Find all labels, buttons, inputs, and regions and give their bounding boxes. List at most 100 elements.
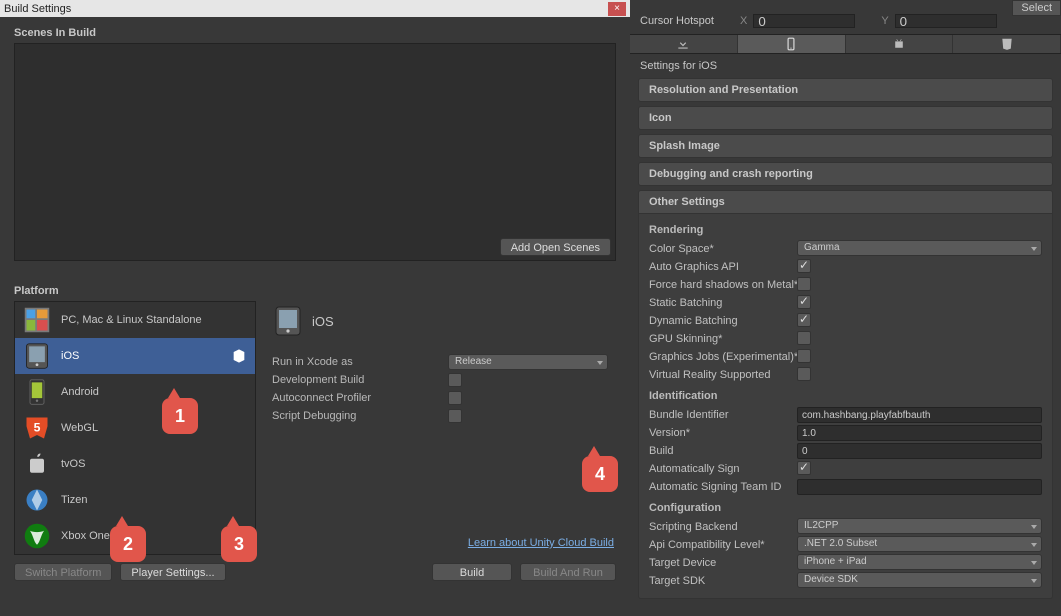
platform-list: PC, Mac & Linux Standalone iOS — [14, 301, 256, 555]
bundle-identifier-label: Bundle Identifier — [649, 409, 797, 421]
auto-graphics-label: Auto Graphics API — [649, 261, 797, 273]
platform-header: Platform — [14, 275, 616, 301]
section-debugging[interactable]: Debugging and crash reporting — [638, 162, 1053, 186]
run-in-xcode-label: Run in Xcode as — [272, 356, 448, 368]
dynamic-batching-checkbox[interactable] — [797, 313, 811, 327]
build-input[interactable] — [797, 443, 1042, 459]
platform-item-android[interactable]: Android — [15, 374, 255, 410]
script-debugging-label: Script Debugging — [272, 410, 448, 422]
platform-item-xboxone[interactable]: Xbox One — [15, 518, 255, 554]
run-in-xcode-dropdown[interactable]: Release — [448, 354, 608, 370]
target-sdk-dropdown[interactable]: Device SDK — [797, 572, 1042, 588]
settings-for-label: Settings for iOS — [630, 54, 1061, 78]
svg-text:5: 5 — [34, 421, 41, 435]
scenes-list[interactable]: Add Open Scenes — [14, 43, 616, 261]
platform-item-tizen[interactable]: Tizen — [15, 482, 255, 518]
cloud-build-link[interactable]: Learn about Unity Cloud Build — [272, 531, 616, 555]
platform-item-ios[interactable]: iOS — [15, 338, 255, 374]
scripting-backend-label: Scripting Backend — [649, 521, 797, 533]
platform-detail: iOS Run in Xcode as Release Development … — [272, 301, 616, 555]
platform-item-label: Tizen — [61, 494, 88, 506]
static-batching-label: Static Batching — [649, 297, 797, 309]
webgl-icon: 5 — [23, 414, 51, 442]
window-title: Build Settings — [4, 3, 71, 15]
hotspot-y-input[interactable] — [895, 14, 997, 28]
target-sdk-label: Target SDK — [649, 575, 797, 587]
signing-team-input[interactable] — [797, 479, 1042, 495]
vr-supported-checkbox[interactable] — [797, 367, 811, 381]
build-label: Build — [649, 445, 797, 457]
scripting-backend-dropdown[interactable]: IL2CPP — [797, 518, 1042, 534]
version-label: Version* — [649, 427, 797, 439]
platform-item-label: iOS — [61, 350, 79, 362]
bundle-identifier-input[interactable] — [797, 407, 1042, 423]
platform-item-standalone[interactable]: PC, Mac & Linux Standalone — [15, 302, 255, 338]
auto-sign-label: Automatically Sign — [649, 463, 797, 475]
signing-team-label: Automatic Signing Team ID — [649, 481, 797, 493]
close-button[interactable]: × — [608, 2, 626, 16]
add-open-scenes-button[interactable]: Add Open Scenes — [500, 238, 611, 256]
dev-build-checkbox[interactable] — [448, 373, 462, 387]
version-input[interactable] — [797, 425, 1042, 441]
android-icon — [23, 378, 51, 406]
color-space-dropdown[interactable]: Gamma — [797, 240, 1042, 256]
gpu-skinning-label: GPU Skinning* — [649, 333, 797, 345]
autoconnect-profiler-label: Autoconnect Profiler — [272, 392, 448, 404]
platform-item-tvos[interactable]: tvOS — [15, 446, 255, 482]
hotspot-x-input[interactable] — [753, 14, 855, 28]
color-space-label: Color Space* — [649, 243, 797, 255]
window-titlebar: Build Settings × — [0, 0, 630, 17]
select-button[interactable]: Select — [1012, 0, 1061, 16]
section-splash[interactable]: Splash Image — [638, 134, 1053, 158]
rendering-header: Rendering — [649, 224, 1042, 236]
autoconnect-profiler-checkbox — [448, 391, 462, 405]
script-debugging-checkbox — [448, 409, 462, 423]
platform-item-label: Android — [61, 386, 99, 398]
unity-current-icon — [231, 348, 247, 364]
tab-html5-icon[interactable] — [953, 35, 1061, 53]
api-compatibility-label: Api Compatibility Level* — [649, 539, 797, 551]
platform-item-webgl[interactable]: 5 WebGL — [15, 410, 255, 446]
target-device-dropdown[interactable]: iPhone + iPad — [797, 554, 1042, 570]
cursor-hotspot-label: Cursor Hotspot — [640, 15, 714, 27]
tab-download-icon[interactable] — [630, 35, 738, 53]
tvos-icon — [23, 450, 51, 478]
build-and-run-button[interactable]: Build And Run — [520, 563, 616, 581]
tab-phone-icon[interactable] — [738, 35, 846, 53]
identification-header: Identification — [649, 390, 1042, 402]
tab-android-icon[interactable] — [846, 35, 954, 53]
hotspot-x-label: X — [740, 15, 747, 27]
hotspot-y-label: Y — [881, 15, 888, 27]
tizen-icon — [23, 486, 51, 514]
static-batching-checkbox[interactable] — [797, 295, 811, 309]
ios-icon — [23, 342, 51, 370]
auto-graphics-checkbox[interactable] — [797, 259, 811, 273]
target-device-label: Target Device — [649, 557, 797, 569]
force-hard-shadows-label: Force hard shadows on Metal* — [649, 279, 797, 291]
platform-item-label: tvOS — [61, 458, 85, 470]
other-settings-body: Rendering Color Space* Gamma Auto Graphi… — [638, 214, 1053, 599]
standalone-icon — [23, 306, 51, 334]
build-button[interactable]: Build — [432, 563, 512, 581]
section-icon[interactable]: Icon — [638, 106, 1053, 130]
scenes-in-build-header: Scenes In Build — [0, 17, 630, 43]
platform-item-label: Xbox One — [61, 530, 110, 542]
dynamic-batching-label: Dynamic Batching — [649, 315, 797, 327]
section-other-settings[interactable]: Other Settings — [638, 190, 1053, 214]
switch-platform-button[interactable]: Switch Platform — [14, 563, 112, 581]
player-settings-button[interactable]: Player Settings... — [120, 563, 225, 581]
graphics-jobs-checkbox[interactable] — [797, 349, 811, 363]
platform-detail-title: iOS — [312, 314, 334, 329]
auto-sign-checkbox[interactable] — [797, 461, 811, 475]
force-hard-shadows-checkbox[interactable] — [797, 277, 811, 291]
platform-tab-strip — [630, 34, 1061, 54]
xbox-icon — [23, 522, 51, 550]
ios-icon — [272, 305, 304, 337]
graphics-jobs-label: Graphics Jobs (Experimental)* — [649, 351, 797, 363]
gpu-skinning-checkbox[interactable] — [797, 331, 811, 345]
vr-supported-label: Virtual Reality Supported — [649, 369, 797, 381]
section-resolution[interactable]: Resolution and Presentation — [638, 78, 1053, 102]
platform-item-label: PC, Mac & Linux Standalone — [61, 314, 202, 326]
configuration-header: Configuration — [649, 502, 1042, 514]
api-compatibility-dropdown[interactable]: .NET 2.0 Subset — [797, 536, 1042, 552]
